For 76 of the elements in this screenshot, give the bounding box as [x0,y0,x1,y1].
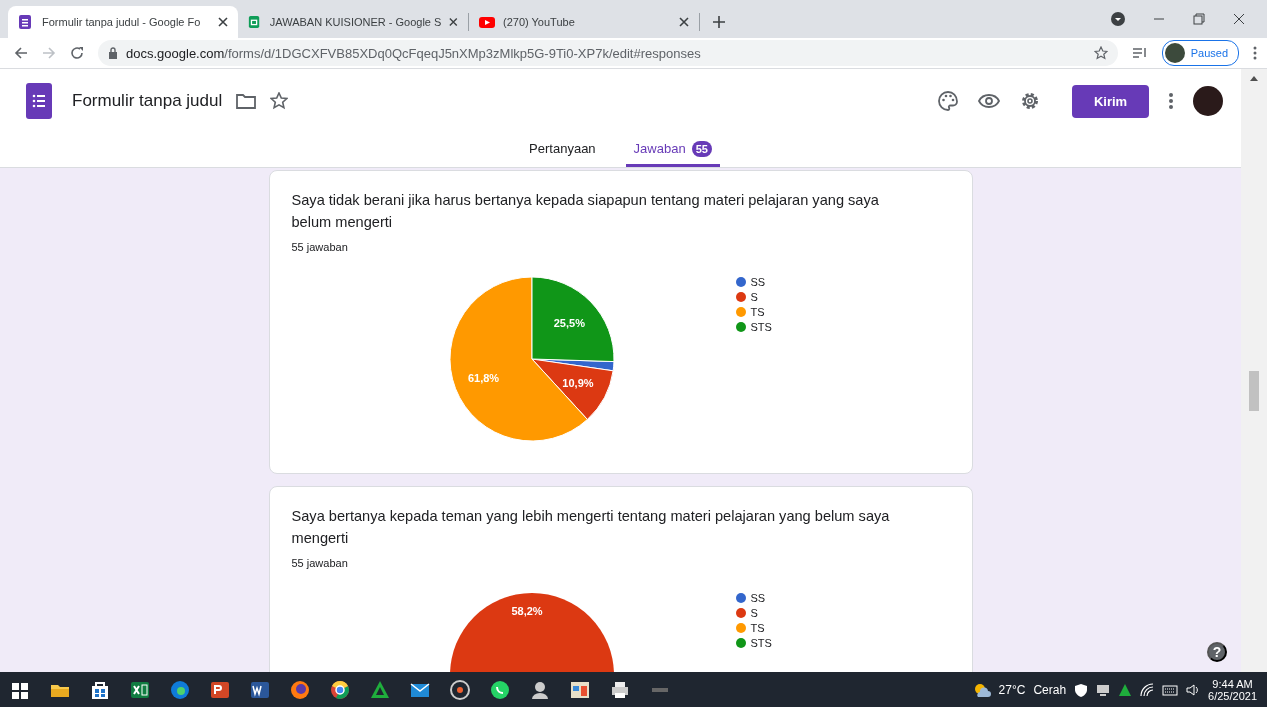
browser-tab[interactable]: JAWABAN KUISIONER - Google S [238,6,468,38]
url-text: docs.google.com/forms/d/1DGCXFVB85XDq0QcFqeqJ5nXMp3zMlkp5G-9Ti0-XP7k/edit#responses [126,45,701,61]
lock-icon [108,47,118,59]
count-badge: 55 [691,140,712,157]
back-icon[interactable] [14,46,28,60]
question-text: Saya bertanya kepada teman yang lebih mengerti tentang materi pelajaran yang belum saya mengerti [291,507,891,548]
question-text: Saya tidak berani jika harus bertanya kepada siapapun tentang materi pelajaran yang saya belum mengerti [291,191,880,232]
browser-icon[interactable] [290,679,310,700]
person-icon[interactable] [530,679,550,700]
clock[interactable]: 9:44 AM 6/25/2021 [1208,677,1257,702]
form-tab[interactable]: Pertanyaan [521,133,604,167]
shield-icon[interactable] [1074,682,1089,697]
dropdown-icon[interactable] [1111,12,1125,26]
slice-label: 25,5% [553,316,585,329]
weather-icon[interactable] [972,681,991,698]
weather-condition[interactable]: Cerah [1033,682,1067,697]
triangle-icon[interactable] [1118,682,1133,697]
response-count: 55 jawaban [291,241,349,253]
slice-label: 58,2% [510,605,543,617]
close-icon[interactable] [449,17,458,27]
profile-button[interactable]: Paused [1161,40,1239,66]
plus-icon[interactable] [712,15,726,29]
bag-icon[interactable] [90,679,110,700]
legend-label: S [750,607,758,619]
legend-label: TS [750,306,765,318]
legend-label: SS [750,592,766,604]
folder-icon[interactable] [236,93,257,109]
legend-label: S [750,291,758,303]
form-icon[interactable] [26,83,52,119]
close-icon[interactable] [679,17,689,27]
document-icon[interactable] [250,679,270,700]
star-icon[interactable] [270,92,289,110]
window-icon[interactable] [570,679,590,700]
send-button[interactable]: Kirim [1072,84,1149,118]
speaker-icon[interactable] [1186,682,1201,697]
more-icon[interactable] [1169,93,1173,109]
palette-icon[interactable] [938,91,958,111]
avatar [1164,43,1185,63]
legend-label: TS [750,622,765,634]
close-icon[interactable] [218,17,228,27]
scroll-up-icon[interactable] [1250,75,1258,81]
avatar[interactable] [1193,86,1223,116]
spreadsheet-icon[interactable] [130,679,150,700]
browser-icon[interactable] [170,679,190,700]
keyboard-icon[interactable] [1162,682,1179,697]
play-icon [479,15,495,29]
restore-icon[interactable] [1193,13,1205,25]
eye-icon[interactable] [978,93,1000,109]
slice-label: 61,8% [467,371,499,384]
spreadsheet-icon [248,15,262,29]
chat-icon[interactable] [490,679,510,700]
star-icon[interactable] [1093,46,1108,60]
slice-label: 10,9% [561,377,594,390]
scrollbar-thumb[interactable] [1249,371,1259,411]
legend-label: STS [750,637,772,649]
browser-tab[interactable]: Formulir tanpa judul - Google Fo [8,6,238,38]
monitor-icon[interactable] [1096,682,1111,697]
legend-label: SS [750,276,766,288]
close-icon[interactable] [1233,13,1245,25]
triangle-icon[interactable] [370,679,390,700]
more-icon[interactable] [1253,46,1257,60]
wifi-icon[interactable] [1140,682,1155,697]
printer-icon[interactable] [610,679,630,700]
browser-tab[interactable]: (270) YouTube [469,6,699,38]
temperature[interactable]: 27°C [998,682,1026,697]
browser-icon[interactable] [330,679,350,700]
response-count: 55 jawaban [291,557,349,569]
form-title[interactable]: Formulir tanpa judul [72,91,223,111]
settings-icon[interactable] [1020,91,1040,111]
disc-icon[interactable] [450,679,470,700]
address-bar[interactable]: docs.google.com/forms/d/1DGCXFVB85XDq0QcFqeqJ5nXMp3zMlkp5G-9Ti0-XP7k/edit#responses [98,40,1118,66]
reload-icon[interactable] [70,46,84,60]
presentation-icon[interactable] [210,679,230,700]
playlist-icon[interactable] [1131,46,1148,60]
form-icon [18,15,34,29]
legend-label: STS [750,321,772,333]
